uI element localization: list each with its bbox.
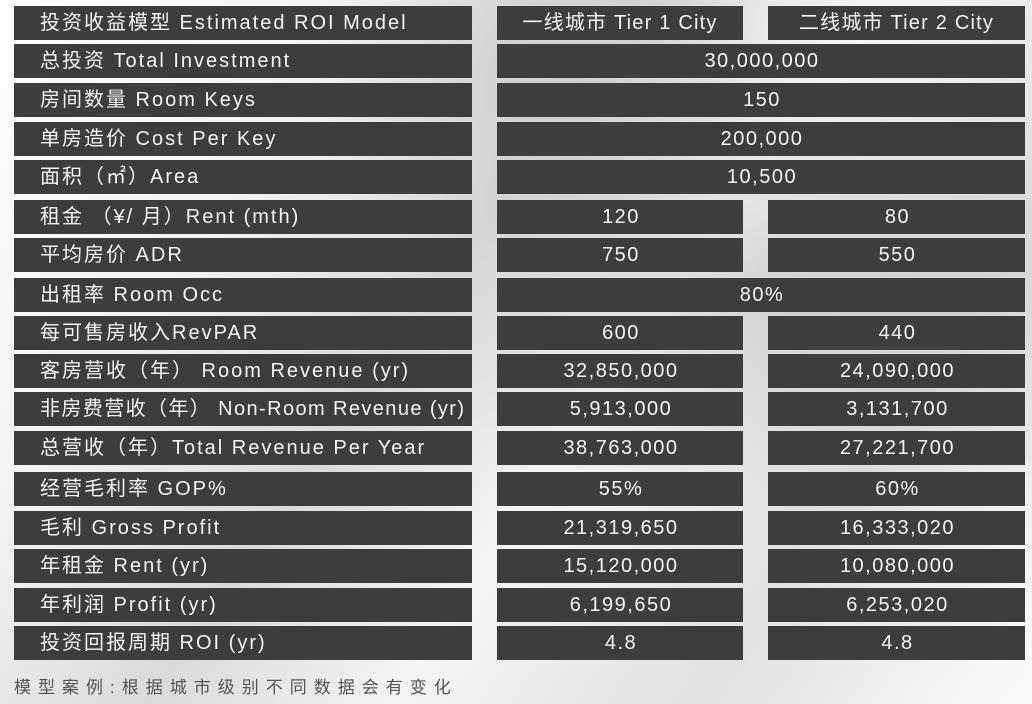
cell-tier1-value: 15,120,000 xyxy=(497,549,743,583)
table-row: 平均房价 ADR 750 550 xyxy=(0,238,1032,272)
row-label: 面积（㎡）Area xyxy=(14,160,472,194)
cell-shared-value: 10,500 xyxy=(497,160,1025,194)
table-row: 年利润 Profit (yr) 6,199,650 6,253,020 xyxy=(0,588,1032,622)
cell-tier1-value: 750 xyxy=(497,238,743,272)
row-label: 年租金 Rent (yr) xyxy=(14,549,472,583)
cell-tier2-value: 550 xyxy=(768,238,1025,272)
cell-shared-value: 30,000,000 xyxy=(497,44,1025,78)
roi-model-page: 投资收益模型 Estimated ROI Model 一线城市 Tier 1 Ci… xyxy=(0,0,1032,704)
cell-tier1-value: 21,319,650 xyxy=(497,511,743,545)
cell-tier2-value: 6,253,020 xyxy=(768,588,1025,622)
table-row: 每可售房收入RevPAR 600 440 xyxy=(0,316,1032,350)
row-label: 非房费营收（年） Non-Room Revenue (yr) xyxy=(14,392,472,426)
footnote: 模型案例:根据城市级别不同数据会有变化 xyxy=(14,678,458,697)
row-label: 经营毛利率 GOP% xyxy=(14,472,472,506)
row-label: 总营收（年）Total Revenue Per Year xyxy=(14,431,472,465)
table-title: 投资收益模型 Estimated ROI Model xyxy=(14,6,472,40)
cell-tier1-value: 4.8 xyxy=(497,626,743,660)
cell-shared-value: 200,000 xyxy=(497,122,1025,156)
cell-tier2-value: 3,131,700 xyxy=(768,392,1025,426)
row-label: 总投资 Total Investment xyxy=(14,44,472,78)
row-label: 平均房价 ADR xyxy=(14,238,472,272)
row-label: 房间数量 Room Keys xyxy=(14,83,472,117)
cell-tier1-value: 600 xyxy=(497,316,743,350)
table-row: 总投资 Total Investment 30,000,000 xyxy=(0,44,1032,78)
table-row: 租金 （¥/ 月）Rent (mth) 120 80 xyxy=(0,200,1032,234)
table-row: 出租率 Room Occ 80% xyxy=(0,278,1032,312)
column-header-tier1: 一线城市 Tier 1 City xyxy=(497,6,743,40)
row-label: 出租率 Room Occ xyxy=(14,278,472,312)
cell-tier2-value: 10,080,000 xyxy=(768,549,1025,583)
cell-tier2-value: 16,333,020 xyxy=(768,511,1025,545)
table-row: 单房造价 Cost Per Key 200,000 xyxy=(0,122,1032,156)
cell-tier2-value: 24,090,000 xyxy=(768,354,1025,388)
cell-tier1-value: 38,763,000 xyxy=(497,431,743,465)
table-row: 投资回报周期 ROI (yr) 4.8 4.8 xyxy=(0,626,1032,660)
table-row: 面积（㎡）Area 10,500 xyxy=(0,160,1032,194)
cell-tier1-value: 55% xyxy=(497,472,743,506)
row-label: 年利润 Profit (yr) xyxy=(14,588,472,622)
table-row: 客房营收（年） Room Revenue (yr) 32,850,000 24,09… xyxy=(0,354,1032,388)
row-label: 每可售房收入RevPAR xyxy=(14,316,472,350)
column-header-tier2: 二线城市 Tier 2 City xyxy=(768,6,1025,40)
table-row: 非房费营收（年） Non-Room Revenue (yr) 5,913,000 3… xyxy=(0,392,1032,426)
cell-shared-value: 80% xyxy=(497,278,1025,312)
row-label: 投资回报周期 ROI (yr) xyxy=(14,626,472,660)
table-header-row: 投资收益模型 Estimated ROI Model 一线城市 Tier 1 Ci… xyxy=(0,6,1032,40)
cell-tier1-value: 120 xyxy=(497,200,743,234)
cell-tier2-value: 80 xyxy=(768,200,1025,234)
table-row: 经营毛利率 GOP% 55% 60% xyxy=(0,472,1032,506)
row-label: 单房造价 Cost Per Key xyxy=(14,122,472,156)
cell-tier2-value: 27,221,700 xyxy=(768,431,1025,465)
cell-tier1-value: 5,913,000 xyxy=(497,392,743,426)
cell-tier1-value: 32,850,000 xyxy=(497,354,743,388)
row-label: 租金 （¥/ 月）Rent (mth) xyxy=(14,200,472,234)
cell-tier2-value: 4.8 xyxy=(768,626,1025,660)
row-label: 毛利 Gross Profit xyxy=(14,511,472,545)
cell-tier2-value: 60% xyxy=(768,472,1025,506)
table-row: 房间数量 Room Keys 150 xyxy=(0,83,1032,117)
cell-tier2-value: 440 xyxy=(768,316,1025,350)
table-row: 总营收（年）Total Revenue Per Year 38,763,000 27… xyxy=(0,431,1032,465)
row-label: 客房营收（年） Room Revenue (yr) xyxy=(14,354,472,388)
cell-tier1-value: 6,199,650 xyxy=(497,588,743,622)
table-row: 毛利 Gross Profit 21,319,650 16,333,020 xyxy=(0,511,1032,545)
table-row: 年租金 Rent (yr) 15,120,000 10,080,000 xyxy=(0,549,1032,583)
cell-shared-value: 150 xyxy=(497,83,1025,117)
